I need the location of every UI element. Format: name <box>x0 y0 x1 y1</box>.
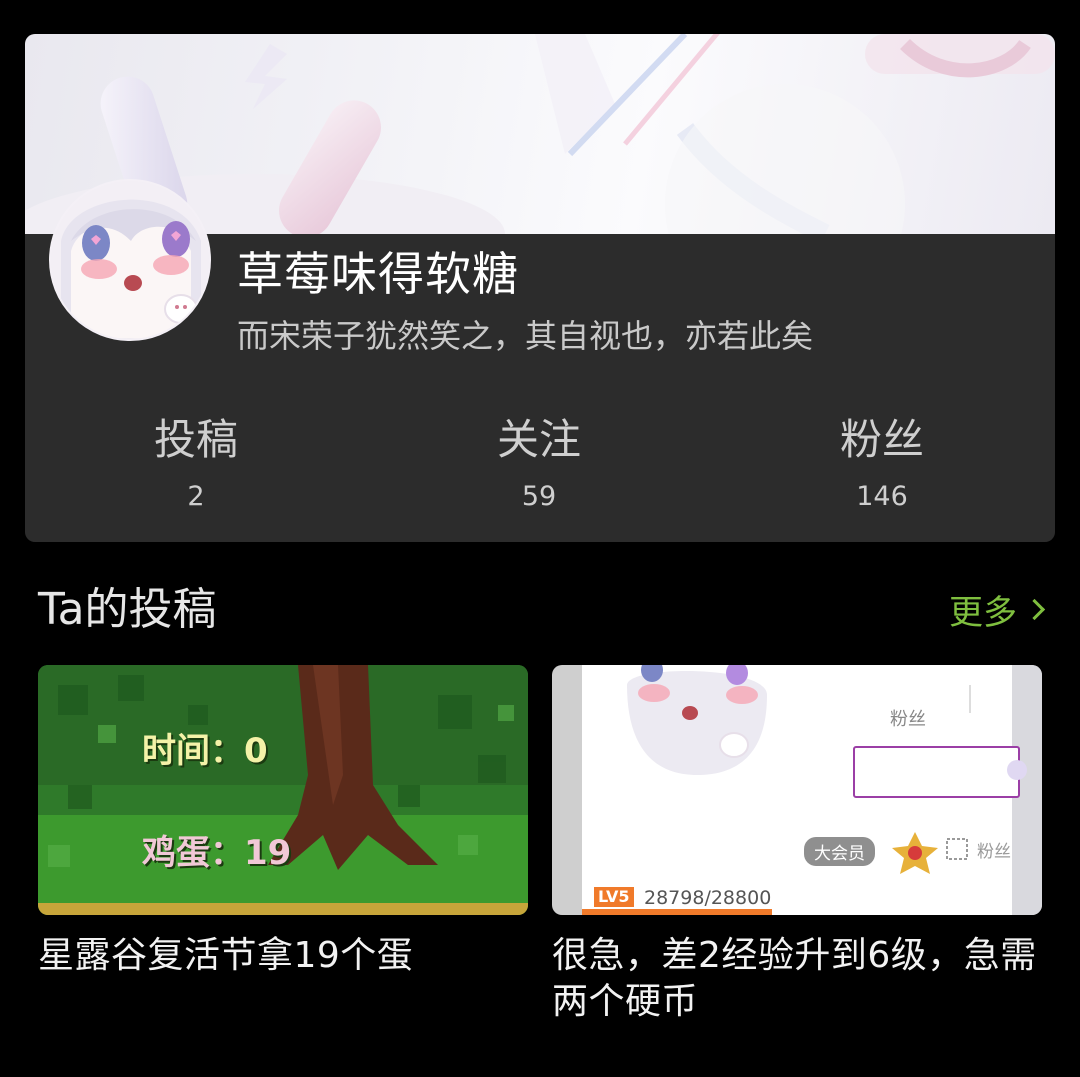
section-title: Ta的投稿 <box>38 584 217 635</box>
thumbnail-fans-text-2: 粉丝 <box>977 842 1011 862</box>
stat-fans[interactable]: 粉丝 146 <box>782 412 982 514</box>
stat-posts-label: 投稿 <box>153 415 238 464</box>
video-thumbnail[interactable]: 粉丝 大会员 粉丝 LV5 28798/28800 <box>552 665 1042 915</box>
username: 草莓味得软糖 <box>237 247 519 301</box>
profile-card: 草莓味得软糖 而宋荣子犹然笑之，其自视也，亦若此矣 投稿 2 关注 59 粉丝 … <box>25 34 1055 542</box>
video-card[interactable]: 时间：0 鸡蛋：19 星露谷复活节拿19个蛋 <box>38 665 528 979</box>
thumbnail-level-badge: LV5 <box>594 887 634 907</box>
video-card[interactable]: 粉丝 大会员 粉丝 LV5 28798/28800 很急，差2经验升到6级，急需… <box>552 665 1042 1025</box>
thumbnail-time-text: 时间：0 <box>142 731 268 771</box>
stat-following-label: 关注 <box>496 415 581 464</box>
more-button[interactable]: 更多 <box>949 584 1046 634</box>
user-space-page: 草莓味得软糖 而宋荣子犹然笑之，其自视也，亦若此矣 投稿 2 关注 59 粉丝 … <box>0 0 1080 1077</box>
more-label: 更多 <box>949 592 1017 633</box>
video-thumbnail[interactable]: 时间：0 鸡蛋：19 <box>38 665 528 915</box>
stat-fans-value: 146 <box>856 481 908 512</box>
stat-posts-value: 2 <box>187 481 205 512</box>
thumbnail-exp-text: 28798/28800 <box>644 887 772 909</box>
profile-stats: 投稿 2 关注 59 粉丝 146 <box>25 412 1055 522</box>
thumbnail-fans-text: 粉丝 <box>890 709 926 730</box>
stat-posts[interactable]: 投稿 2 <box>96 412 296 514</box>
user-signature: 而宋荣子犹然笑之，其自视也，亦若此矣 <box>237 317 814 355</box>
thumbnail-vip-badge: 大会员 <box>804 837 875 866</box>
stat-following-value: 59 <box>521 481 557 512</box>
video-title[interactable]: 星露谷复活节拿19个蛋 <box>38 933 528 979</box>
thumbnail-eggs-text: 鸡蛋：19 <box>142 833 292 873</box>
user-avatar[interactable] <box>49 179 211 341</box>
stat-following[interactable]: 关注 59 <box>439 412 639 514</box>
stat-fans-label: 粉丝 <box>839 415 924 464</box>
chevron-right-icon <box>1023 598 1046 620</box>
video-title[interactable]: 很急，差2经验升到6级，急需两个硬币 <box>552 933 1042 1025</box>
